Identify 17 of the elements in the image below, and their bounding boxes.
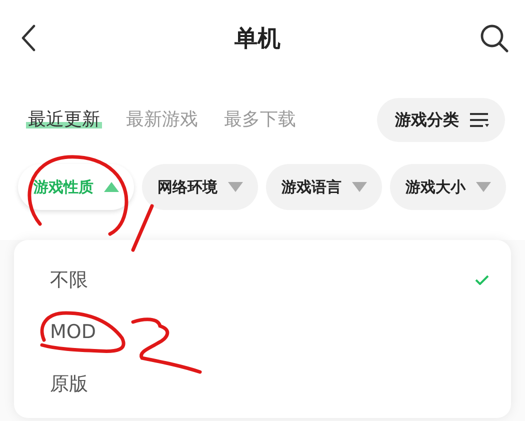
tab[interactable]: 最近更新 [26, 109, 102, 131]
page-title: 单机 [234, 24, 280, 54]
search-icon[interactable] [479, 23, 509, 53]
category-button[interactable]: 游戏分类 [377, 98, 505, 142]
back-icon[interactable] [20, 24, 36, 52]
pen-stroke [131, 204, 154, 252]
menu-option[interactable]: 原版 [14, 358, 511, 410]
filter-chip[interactable]: 游戏语言 [266, 164, 382, 210]
option-label: MOD [50, 321, 96, 343]
filter-chip[interactable]: 游戏大小 [390, 164, 506, 210]
menu-option[interactable]: 不限 [14, 254, 511, 306]
option-label: 原版 [50, 372, 88, 397]
scribble-mark [131, 318, 202, 374]
filter-icon [469, 112, 489, 128]
menu-option[interactable]: MOD [14, 306, 511, 358]
option-label: 不限 [50, 268, 88, 293]
filter-chip[interactable]: 网络环境 [142, 164, 258, 210]
